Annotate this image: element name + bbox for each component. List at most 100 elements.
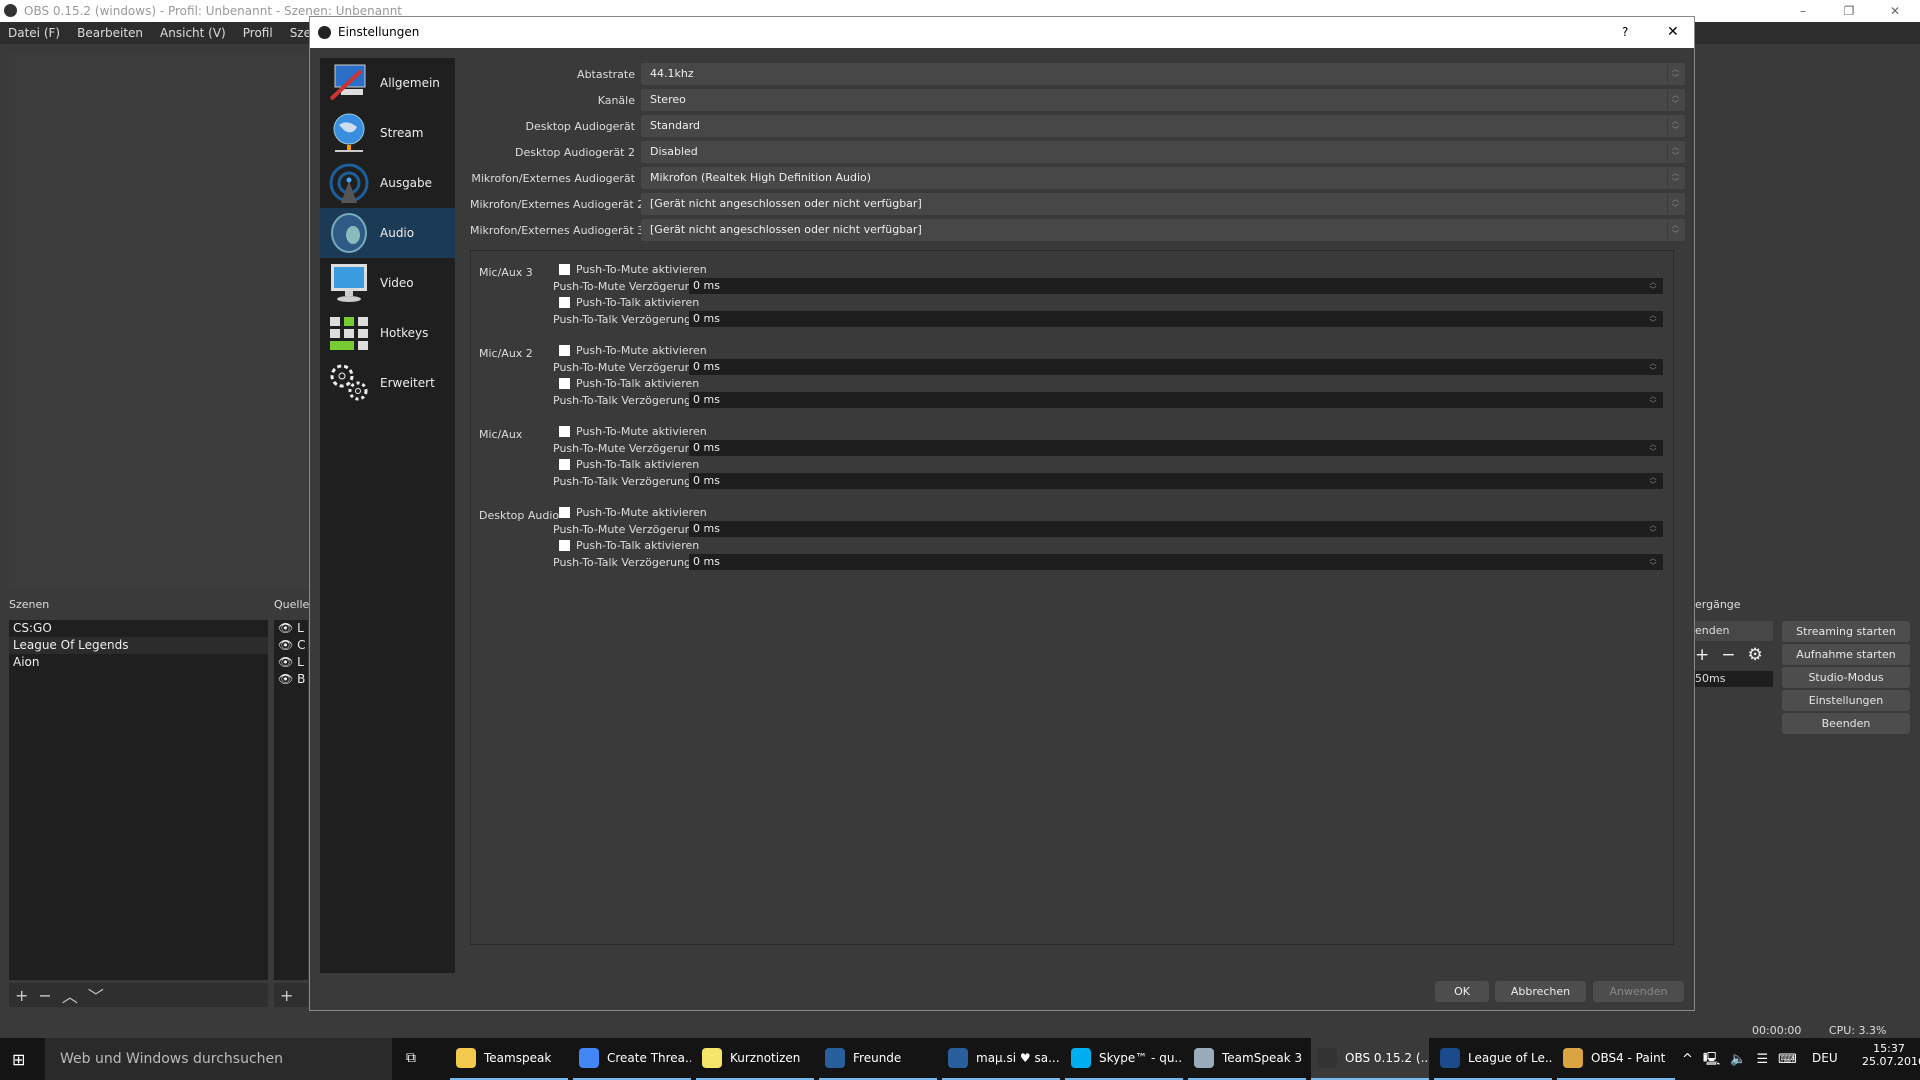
add-icon[interactable]: + <box>280 986 293 1005</box>
apply-button[interactable]: Anwenden <box>1593 981 1684 1002</box>
start-recording-button[interactable]: Aufnahme starten <box>1782 644 1910 665</box>
move-up-icon[interactable]: ︿ <box>62 983 78 1007</box>
ptm-checkbox[interactable] <box>559 263 570 275</box>
updown-arrows-icon[interactable]: ︿ ﹀ <box>1645 278 1661 294</box>
ptt-checkbox[interactable] <box>559 539 570 551</box>
updown-arrows-icon[interactable]: ︿ ﹀ <box>1645 554 1661 570</box>
volume-icon[interactable]: 🔈 <box>1730 1052 1756 1067</box>
menu-profil[interactable]: Profil <box>243 22 273 44</box>
ptt-checkbox-row[interactable]: Push-To-Talk aktivieren <box>556 294 699 310</box>
sidebar-item-audio[interactable]: Audio <box>320 208 455 258</box>
dialog-close-button[interactable]: ✕ <box>1667 17 1679 48</box>
ptm-checkbox-row[interactable]: Push-To-Mute aktivieren <box>556 342 707 358</box>
setting-select[interactable]: [Gerät nicht angeschlossen oder nicht ve… <box>641 219 1685 241</box>
updown-arrows-icon[interactable]: ︿ ﹀ <box>1645 521 1661 537</box>
source-item[interactable]: 👁 B <box>274 671 308 688</box>
ptm-checkbox[interactable] <box>559 506 570 518</box>
minimize-button[interactable]: – <box>1780 0 1826 22</box>
menu-bearbeiten[interactable]: Bearbeiten <box>77 22 143 44</box>
ptm-delay-input[interactable]: 0 ms ︿ ﹀ <box>689 440 1663 456</box>
taskbar-item[interactable]: League of Le... <box>1434 1038 1552 1080</box>
gear-icon[interactable]: ⚙ <box>1748 645 1775 665</box>
sidebar-item-ausgabe[interactable]: Ausgabe <box>320 158 455 208</box>
ptm-delay-input[interactable]: 0 ms ︿ ﹀ <box>689 359 1663 375</box>
sidebar-item-erweitert[interactable]: Erweitert <box>320 358 455 408</box>
taskbar-item[interactable]: OBS 0.15.2 (... <box>1311 1038 1429 1080</box>
scene-item[interactable]: League Of Legends <box>9 637 268 654</box>
exit-button[interactable]: Beenden <box>1782 713 1910 734</box>
ptm-checkbox[interactable] <box>559 344 570 356</box>
updown-arrows-icon[interactable]: ︿ ﹀ <box>1645 440 1661 456</box>
source-item[interactable]: 👁 C <box>274 637 308 654</box>
taskbar-item[interactable]: Create Threa... <box>573 1038 691 1080</box>
ptm-checkbox-row[interactable]: Push-To-Mute aktivieren <box>556 423 707 439</box>
taskbar-item[interactable]: Freunde <box>819 1038 937 1080</box>
ptt-checkbox[interactable] <box>559 377 570 389</box>
network-icon[interactable]: 🖳 <box>1703 1052 1730 1067</box>
sidebar-item-stream[interactable]: Stream <box>320 108 455 158</box>
sidebar-item-video[interactable]: Video <box>320 258 455 308</box>
remove-icon[interactable]: − <box>38 986 51 1005</box>
setting-select[interactable]: Stereo ︿ ﹀ <box>641 89 1685 111</box>
sidebar-item-hotkeys[interactable]: Hotkeys <box>320 308 455 358</box>
setting-select[interactable]: 44.1khz ︿ ﹀ <box>641 63 1685 85</box>
move-down-icon[interactable]: ﹀ <box>88 983 104 1007</box>
ptm-checkbox-row[interactable]: Push-To-Mute aktivieren <box>556 504 707 520</box>
scenes-list[interactable]: CS:GO League Of Legends Aion <box>9 620 268 980</box>
taskbar-item[interactable]: Skype™ - qu... <box>1065 1038 1183 1080</box>
taskbar-item[interactable]: Kurznotizen <box>696 1038 814 1080</box>
maximize-button[interactable]: ❐ <box>1826 0 1872 22</box>
studio-mode-button[interactable]: Studio-Modus <box>1782 667 1910 688</box>
updown-arrows-icon[interactable]: ︿ ﹀ <box>1645 311 1661 327</box>
ptm-delay-input[interactable]: 0 ms ︿ ﹀ <box>689 521 1663 537</box>
sources-list[interactable]: 👁 L 👁 C 👁 L 👁 B <box>274 620 308 980</box>
ptm-checkbox[interactable] <box>559 425 570 437</box>
transition-select[interactable]: enden <box>1695 621 1773 641</box>
ptt-checkbox-row[interactable]: Push-To-Talk aktivieren <box>556 537 699 553</box>
setting-select[interactable]: Mikrofon (Realtek High Definition Audio)… <box>641 167 1685 189</box>
ptt-delay-input[interactable]: 0 ms ︿ ﹀ <box>689 311 1663 327</box>
updown-arrows-icon[interactable]: ︿ ﹀ <box>1645 392 1661 408</box>
setting-select[interactable]: [Gerät nicht angeschlossen oder nicht ve… <box>641 193 1685 215</box>
clock[interactable]: 15:37 25.07.2016 <box>1862 1042 1920 1068</box>
keyboard-icon[interactable]: ⌨ <box>1778 1052 1807 1067</box>
add-icon[interactable]: + <box>15 986 28 1005</box>
taskbar-item[interactable]: TeamSpeak 3 <box>1188 1038 1306 1080</box>
ptm-delay-input[interactable]: 0 ms ︿ ﹀ <box>689 278 1663 294</box>
ptm-checkbox-row[interactable]: Push-To-Mute aktivieren <box>556 261 707 277</box>
cancel-button[interactable]: Abbrechen <box>1495 981 1586 1002</box>
source-item[interactable]: 👁 L <box>274 654 308 671</box>
ptt-checkbox[interactable] <box>559 296 570 308</box>
system-tray[interactable]: ^🖳🔈☰⌨ <box>1682 1050 1807 1072</box>
taskbar-item[interactable]: OBS4 - Paint <box>1557 1038 1675 1080</box>
start-streaming-button[interactable]: Streaming starten <box>1782 621 1910 642</box>
taskbar-item[interactable]: Teamspeak <box>450 1038 568 1080</box>
ok-button[interactable]: OK <box>1435 981 1489 1002</box>
settings-button[interactable]: Einstellungen <box>1782 690 1910 711</box>
close-button[interactable]: ✕ <box>1872 0 1918 22</box>
help-button[interactable]: ? <box>1622 17 1628 48</box>
sidebar-item-allgemein[interactable]: Allgemein <box>320 58 455 108</box>
tray-expand-icon[interactable]: ^ <box>1682 1052 1703 1067</box>
scene-item[interactable]: Aion <box>9 654 268 671</box>
search-input[interactable]: Web und Windows durchsuchen <box>45 1038 392 1080</box>
add-icon[interactable]: + <box>1695 645 1721 665</box>
updown-arrows-icon[interactable]: ︿ ﹀ <box>1645 473 1661 489</box>
ptt-delay-input[interactable]: 0 ms ︿ ﹀ <box>689 392 1663 408</box>
setting-select[interactable]: Disabled ︿ ﹀ <box>641 141 1685 163</box>
transition-duration[interactable]: 50ms <box>1695 671 1773 687</box>
ptt-delay-input[interactable]: 0 ms ︿ ﹀ <box>689 473 1663 489</box>
scene-item[interactable]: CS:GO <box>9 620 268 637</box>
ptt-checkbox-row[interactable]: Push-To-Talk aktivieren <box>556 456 699 472</box>
source-item[interactable]: 👁 L <box>274 620 308 637</box>
task-view-icon[interactable]: ⧉ <box>406 1050 416 1066</box>
updown-arrows-icon[interactable]: ︿ ﹀ <box>1645 359 1661 375</box>
remove-icon[interactable]: − <box>1721 645 1747 665</box>
menu-ansicht[interactable]: Ansicht (V) <box>160 22 226 44</box>
notifications-icon[interactable]: ☰ <box>1756 1052 1778 1067</box>
ptt-checkbox-row[interactable]: Push-To-Talk aktivieren <box>556 375 699 391</box>
ptt-delay-input[interactable]: 0 ms ︿ ﹀ <box>689 554 1663 570</box>
language-indicator[interactable]: DEU <box>1812 1051 1838 1065</box>
windows-start-icon[interactable]: ⊞ <box>12 1050 25 1069</box>
setting-select[interactable]: Standard ︿ ﹀ <box>641 115 1685 137</box>
